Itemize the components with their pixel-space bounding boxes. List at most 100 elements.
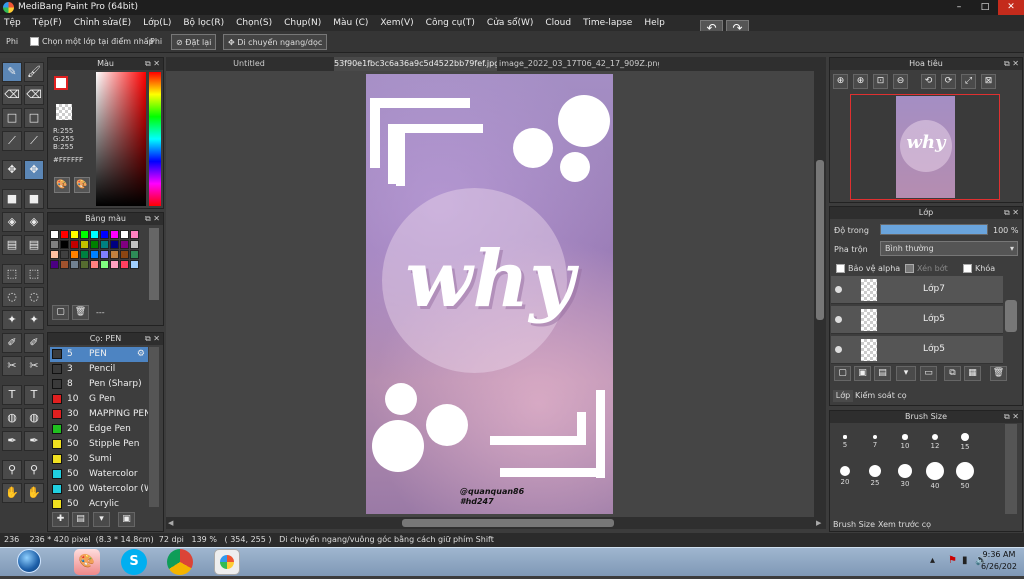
- foreground-color-swatch[interactable]: [54, 76, 68, 90]
- palette-scrollbar[interactable]: [149, 228, 159, 300]
- panel-tool-icon[interactable]: ◍: [2, 408, 22, 428]
- brush-size-option[interactable]: 50: [951, 462, 979, 492]
- palette-swatch[interactable]: [130, 230, 139, 239]
- new-halftone-layer-icon[interactable]: ▣: [854, 366, 871, 381]
- new-8bit-layer-icon[interactable]: ▤: [874, 366, 891, 381]
- palette-swatch[interactable]: [110, 240, 119, 249]
- navigator-tool-icon[interactable]: ⊠: [981, 74, 996, 89]
- menu-item-tools[interactable]: Công cụ(T): [426, 18, 475, 28]
- duplicate-layer-icon[interactable]: ⧉: [944, 366, 961, 381]
- new-layer-icon[interactable]: ▢: [834, 366, 851, 381]
- palette-swatch[interactable]: [120, 230, 129, 239]
- brush-list-item[interactable]: 30 Sumi: [50, 452, 148, 467]
- move-layer-tool-icon[interactable]: ✥: [24, 160, 44, 180]
- menu-item-select[interactable]: Chọn(S): [236, 18, 272, 28]
- minimize-button[interactable]: –: [946, 0, 972, 15]
- paint-app-icon[interactable]: 🎨: [74, 549, 100, 575]
- divide-alt-tool-icon[interactable]: ✂: [24, 356, 44, 376]
- navigator-tool-icon[interactable]: ⟳: [941, 74, 956, 89]
- brush-size-option[interactable]: 20: [831, 462, 859, 492]
- hue-slider[interactable]: [149, 72, 161, 206]
- palette-swatch[interactable]: [80, 250, 89, 259]
- scroll-right-arrow-icon[interactable]: ▶: [816, 519, 821, 527]
- palette-swatch[interactable]: [80, 240, 89, 249]
- color-picker-icon[interactable]: 🎨: [74, 177, 90, 193]
- menu-item-cloud[interactable]: Cloud: [545, 18, 571, 28]
- palette-swatch[interactable]: [70, 230, 79, 239]
- color-wheel-icon[interactable]: 🎨: [54, 177, 70, 193]
- layer-row[interactable]: Lớp7: [831, 276, 1003, 304]
- tab-untitled[interactable]: Untitled: [166, 57, 332, 71]
- brush-list-item[interactable]: 50 Acrylic: [50, 497, 148, 512]
- curve-tool-icon[interactable]: ⟋: [24, 131, 44, 151]
- brush-alt-tool-icon[interactable]: 🖌: [24, 62, 44, 82]
- palette-swatch[interactable]: [80, 230, 89, 239]
- lasso-tool-icon[interactable]: ◌: [2, 287, 22, 307]
- palette-swatch[interactable]: [60, 250, 69, 259]
- visibility-icon[interactable]: [835, 346, 842, 353]
- palette-swatch[interactable]: [130, 240, 139, 249]
- navigator-tool-icon[interactable]: ⊖: [893, 74, 908, 89]
- palette-swatch[interactable]: [120, 260, 129, 269]
- palette-swatch[interactable]: [70, 250, 79, 259]
- hand-alt-tool-icon[interactable]: ✋: [24, 483, 44, 503]
- bucket-fill-alt-icon[interactable]: ◈: [24, 212, 44, 232]
- eyedropper-icon[interactable]: ⚲: [2, 460, 22, 480]
- navigator-tool-icon[interactable]: ⊕: [853, 74, 868, 89]
- palette-swatch[interactable]: [60, 260, 69, 269]
- menu-item-snap[interactable]: Chụp(N): [284, 18, 321, 28]
- eraser-alt-tool-icon[interactable]: ⌫: [24, 85, 44, 105]
- palette-swatch[interactable]: [120, 240, 129, 249]
- layer-folder-icon[interactable]: ▭: [920, 366, 937, 381]
- gradient-tool-icon[interactable]: ▤: [2, 235, 22, 255]
- layer-scrollbar[interactable]: [1005, 300, 1017, 332]
- brush-size-option[interactable]: 40: [921, 462, 949, 492]
- tray-arrow-icon[interactable]: ▴: [930, 555, 935, 566]
- merge-layer-icon[interactable]: ▦: [964, 366, 981, 381]
- tab-png-image[interactable]: image_2022_03_17T06_42_17_909Z.png: [499, 57, 659, 71]
- menu-item-timelapse[interactable]: Time-lapse: [583, 18, 632, 28]
- palette-swatch[interactable]: [90, 240, 99, 249]
- panel-close-icon[interactable]: ⧉ ✕: [145, 333, 160, 345]
- line-tool-icon[interactable]: ⟋: [2, 131, 22, 151]
- palette-swatch[interactable]: [70, 240, 79, 249]
- menu-item-color[interactable]: Màu (C): [333, 18, 368, 28]
- palette-swatch[interactable]: [60, 240, 69, 249]
- delete-palette-icon[interactable]: 🗑: [72, 305, 89, 320]
- brush-size-option[interactable]: 5: [831, 428, 859, 458]
- medibang-taskbar-icon[interactable]: [214, 549, 240, 575]
- tab-brush-size[interactable]: Brush Size: [833, 520, 875, 529]
- brush-list-item[interactable]: 3 Pencil: [50, 362, 148, 377]
- palette-swatch[interactable]: [70, 260, 79, 269]
- palette-swatch[interactable]: [100, 240, 109, 249]
- close-button[interactable]: ✕: [998, 0, 1024, 15]
- rectangle-select-alt-icon[interactable]: □: [24, 108, 44, 128]
- palette-swatch[interactable]: [90, 250, 99, 259]
- palette-swatch[interactable]: [60, 230, 69, 239]
- brush-size-option[interactable]: 15: [951, 428, 979, 458]
- tray-alert-icon[interactable]: ⚑: [948, 555, 957, 566]
- palette-swatch[interactable]: [110, 260, 119, 269]
- panel-alt-tool-icon[interactable]: ◍: [24, 408, 44, 428]
- navigator-tool-icon[interactable]: ⊕: [833, 74, 848, 89]
- menu-item-file-short[interactable]: Tệp: [4, 18, 21, 28]
- protect-alpha-option[interactable]: Bảo vệ alpha: [836, 264, 900, 273]
- network-icon[interactable]: ▮: [962, 555, 968, 566]
- select-pen-icon[interactable]: ✐: [2, 333, 22, 353]
- brush-list-item[interactable]: 10 G Pen: [50, 392, 148, 407]
- brush-list-item[interactable]: 20 Edge Pen: [50, 422, 148, 437]
- palette-swatch[interactable]: [100, 260, 109, 269]
- magic-wand-alt-icon[interactable]: ✦: [24, 310, 44, 330]
- palette-swatch[interactable]: [110, 250, 119, 259]
- palette-swatch[interactable]: [100, 250, 109, 259]
- lasso-alt-tool-icon[interactable]: ◌: [24, 287, 44, 307]
- menu-item-view[interactable]: Xem(V): [380, 18, 413, 28]
- brush-folder-icon[interactable]: ▤: [72, 512, 89, 527]
- brush-size-option[interactable]: 25: [861, 462, 889, 492]
- layer-row[interactable]: Lớp5: [831, 306, 1003, 334]
- select-tool-icon[interactable]: ⬚: [2, 264, 22, 284]
- delete-layer-icon[interactable]: 🗑: [990, 366, 1007, 381]
- select-layer-checkbox[interactable]: [30, 37, 39, 46]
- palette-swatch[interactable]: [50, 230, 59, 239]
- tab-jpg-image[interactable]: 53f90e1fbc3c6a36a9c5d4522bb79fef.jpg: [334, 57, 497, 71]
